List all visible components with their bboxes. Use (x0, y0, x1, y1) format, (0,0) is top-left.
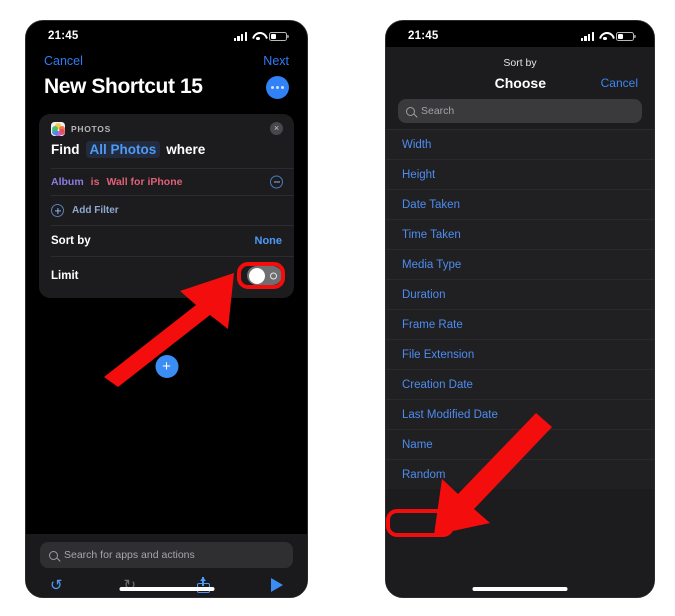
sort-option-width[interactable]: Width (386, 129, 654, 159)
status-time: 21:45 (408, 30, 439, 42)
home-indicator (119, 587, 214, 591)
sort-option-label: Last Modified Date (402, 408, 498, 421)
search-placeholder: Search for apps and actions (64, 549, 195, 561)
search-input[interactable]: Search (398, 99, 642, 123)
all-photos-token[interactable]: All Photos (85, 141, 161, 158)
search-apps-actions-input[interactable]: Search for apps and actions (40, 542, 293, 568)
search-placeholder: Search (421, 105, 455, 117)
cellular-bars-icon (580, 31, 594, 41)
navigation-bar: Cancel Next (26, 47, 307, 70)
play-icon[interactable] (270, 578, 283, 592)
screenshot-canvas: 21:45 Cancel Next New Shortcut 15 PHOTOS… (0, 0, 675, 616)
sort-option-label: Creation Date (402, 378, 473, 391)
sheet-cancel-button[interactable]: Cancel (601, 76, 638, 90)
card-app-name: PHOTOS (71, 124, 111, 134)
dot-icon (276, 85, 279, 89)
photos-app-icon (51, 122, 65, 136)
close-icon[interactable]: × (270, 122, 283, 135)
remove-filter-icon[interactable] (270, 175, 283, 189)
annotation-arrow-left (104, 273, 234, 387)
more-options-button[interactable] (266, 75, 289, 99)
cancel-button[interactable]: Cancel (44, 54, 83, 68)
filter-value[interactable]: Wall for iPhone (106, 176, 182, 188)
annotation-arrow-right (434, 413, 552, 535)
limit-label: Limit (51, 269, 79, 282)
undo-icon[interactable]: ↺ (50, 578, 63, 593)
sort-option-label: Time Taken (402, 228, 461, 241)
search-icon (406, 106, 415, 116)
find-label: Find (51, 142, 80, 157)
status-time: 21:45 (48, 30, 79, 42)
filter-operator[interactable]: is (91, 176, 100, 188)
right-status-bar: 21:45 (386, 21, 654, 47)
add-filter-label: Add Filter (72, 205, 119, 216)
cellular-bars-icon (233, 31, 247, 41)
battery-icon (269, 31, 289, 41)
dot-icon (271, 85, 274, 89)
wifi-icon (599, 32, 611, 41)
sort-option-date-taken[interactable]: Date Taken (386, 189, 654, 219)
sort-by-label: Sort by (51, 235, 91, 247)
sheet-header: Choose Cancel (386, 69, 654, 99)
card-header: PHOTOS × (39, 114, 294, 139)
sort-option-label: Frame Rate (402, 318, 463, 331)
title-row: New Shortcut 15 (26, 70, 307, 109)
sort-option-frame-rate[interactable]: Frame Rate (386, 309, 654, 339)
next-button[interactable]: Next (263, 54, 289, 68)
sort-option-duration[interactable]: Duration (386, 279, 654, 309)
sort-option-label: Duration (402, 288, 446, 301)
sheet-title: Sort by (503, 57, 537, 69)
sort-option-label: Height (402, 168, 436, 181)
bottom-dock: Search for apps and actions ↺ ↻ (26, 534, 307, 597)
plus-icon (51, 204, 64, 217)
sort-option-label: Width (402, 138, 432, 151)
left-status-bar: 21:45 (26, 21, 307, 47)
sort-option-label: Date Taken (402, 198, 460, 211)
sort-option-label: Media Type (402, 258, 462, 271)
wifi-icon (252, 32, 264, 41)
sort-option-time-taken[interactable]: Time Taken (386, 219, 654, 249)
sort-option-file-extension[interactable]: File Extension (386, 339, 654, 369)
sort-by-row[interactable]: Sort by None (39, 226, 294, 256)
add-filter-button[interactable]: Add Filter (39, 196, 294, 225)
search-icon (49, 550, 58, 560)
status-icons (233, 31, 289, 41)
action-sentence: Find All Photos where (39, 139, 294, 168)
sort-option-creation-date[interactable]: Creation Date (386, 369, 654, 399)
filter-field[interactable]: Album (51, 176, 84, 188)
page-title: New Shortcut 15 (44, 75, 203, 98)
sheet-search-wrap: Search (386, 99, 654, 129)
status-icons (580, 31, 636, 41)
sort-option-media-type[interactable]: Media Type (386, 249, 654, 279)
where-label: where (166, 142, 206, 157)
sort-by-value[interactable]: None (255, 235, 283, 247)
home-indicator (472, 587, 568, 591)
sort-option-label: Name (402, 438, 433, 451)
sheet-heading: Choose (494, 75, 546, 91)
sort-option-label: File Extension (402, 348, 475, 361)
dot-icon (281, 85, 284, 89)
battery-icon (616, 31, 636, 41)
sort-option-height[interactable]: Height (386, 159, 654, 189)
filter-row[interactable]: Album is Wall for iPhone (39, 169, 294, 195)
dock-toolbar: ↺ ↻ (40, 568, 293, 597)
